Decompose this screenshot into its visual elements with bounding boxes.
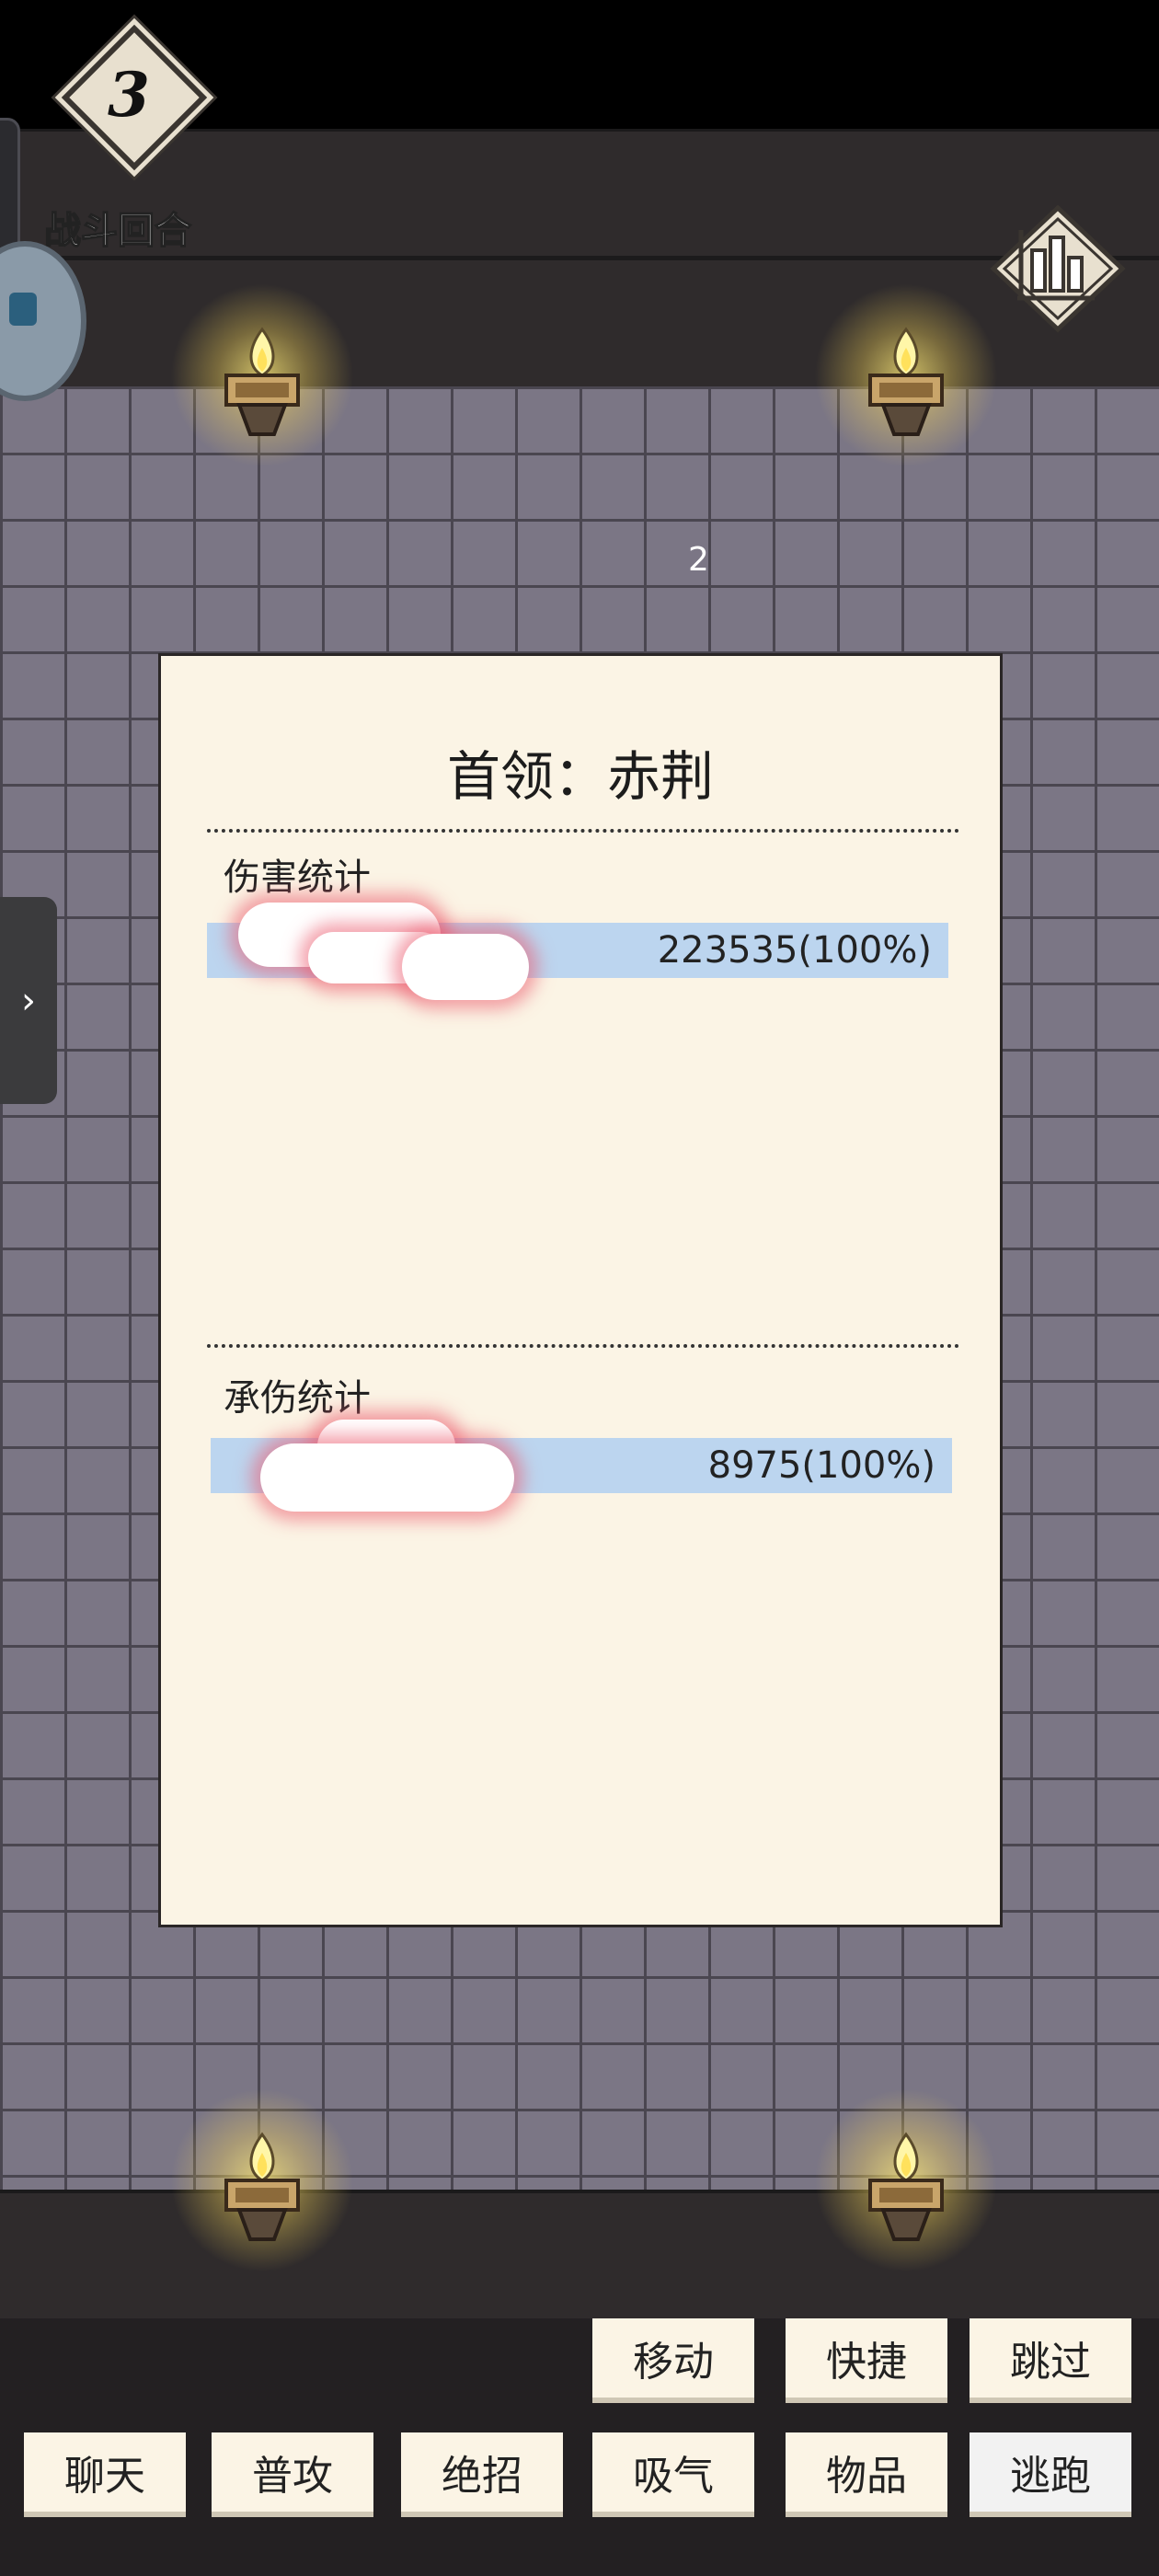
round-number: 3 [108,59,150,131]
panel-title: 首领：赤荆 [446,745,714,808]
damage-value: 223535(100%) [657,929,932,972]
move-button[interactable]: 移动 [592,2318,754,2403]
damage-section-label: 伤害统计 [224,857,371,899]
divider [207,1344,959,1348]
torch-icon [170,283,354,467]
redaction-mark [402,934,529,1000]
chevron-right-icon: › [21,979,36,1022]
divider [207,829,959,833]
taken-value: 8975(100%) [707,1444,935,1487]
wall-marker: 2 [688,541,709,579]
normal-attack-button[interactable]: 普攻 [212,2432,373,2517]
redaction-mark [260,1443,514,1512]
flee-button[interactable]: 逃跑 [970,2432,1131,2517]
taken-section-label: 承伤统计 [224,1377,371,1420]
side-drawer-tab[interactable]: › [0,897,57,1104]
torch-icon [170,2088,354,2272]
round-label: 战斗回合 [43,209,192,253]
items-button[interactable]: 物品 [786,2432,947,2517]
skip-button[interactable]: 跳过 [970,2318,1131,2403]
torch-icon [814,2088,998,2272]
damage-stats-panel: 首领：赤荆 伤害统计 223535(100%) 承伤统计 8975(100%) [158,653,1003,1927]
ultimate-button[interactable]: 绝招 [401,2432,563,2517]
inhale-button[interactable]: 吸气 [592,2432,754,2517]
stats-chart-icon[interactable] [984,204,1131,333]
shortcut-button[interactable]: 快捷 [786,2318,947,2403]
round-badge: 3 战斗回合 [35,24,219,253]
torch-icon [814,283,998,467]
chat-button[interactable]: 聊天 [24,2432,186,2517]
